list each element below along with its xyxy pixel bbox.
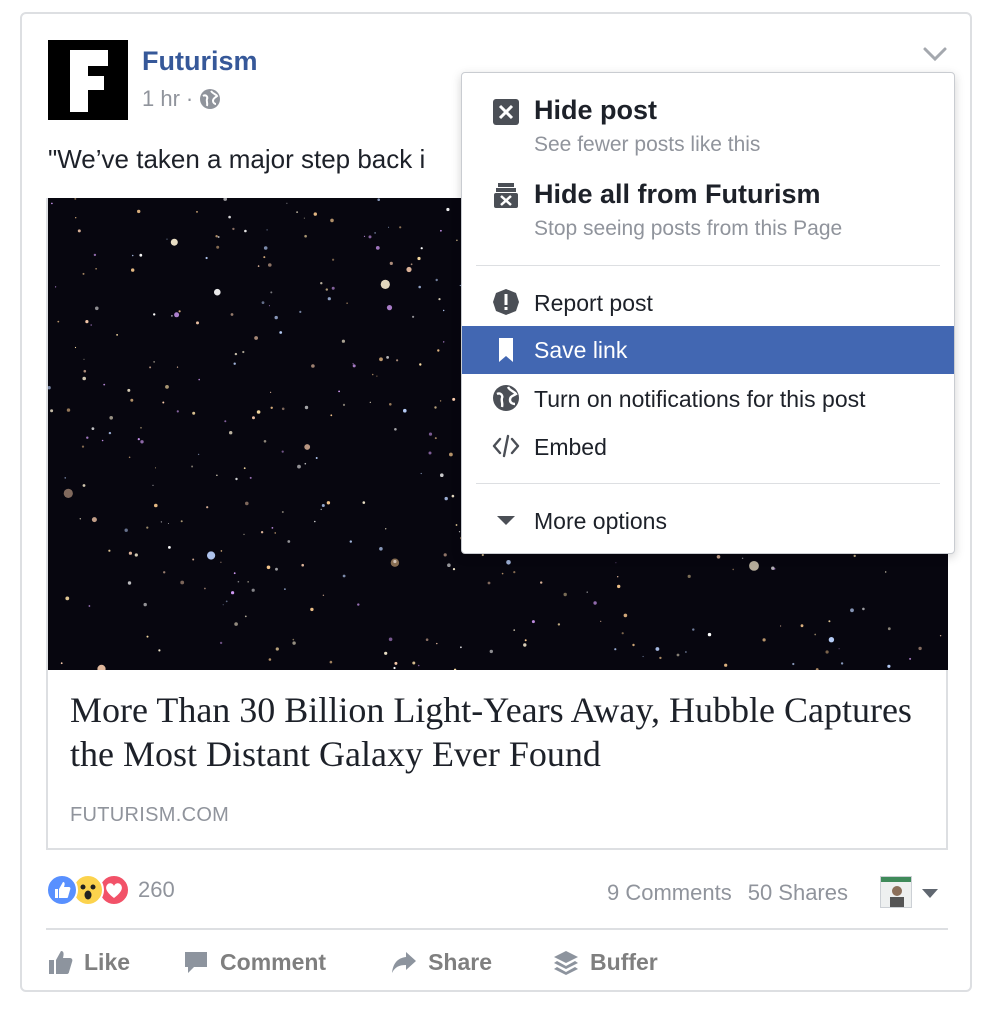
menu-item-save-link[interactable]: Save link: [462, 326, 954, 374]
caret-down-icon[interactable]: [920, 886, 940, 900]
report-post-label: Report post: [534, 290, 653, 316]
reactions-summary[interactable]: 260: [46, 874, 175, 906]
action-bar: Like Comment Share Buffer: [46, 944, 658, 980]
buffer-button[interactable]: Buffer: [552, 948, 658, 976]
like-reaction-icon: [46, 874, 78, 906]
bookmark-icon: [492, 336, 520, 364]
page-avatar[interactable]: [48, 40, 128, 120]
hide-all-icon: [492, 181, 520, 209]
comments-count-link[interactable]: 9 Comments: [607, 880, 732, 906]
actions-divider: [46, 928, 948, 930]
hide-all-title: Hide all from Futurism: [534, 179, 821, 209]
menu-item-more-options[interactable]: More options: [462, 497, 954, 543]
embed-label: Embed: [534, 434, 607, 460]
globe-icon[interactable]: [199, 88, 221, 110]
menu-item-notifications[interactable]: Turn on notifications for this post: [462, 375, 954, 421]
shares-count-link[interactable]: 50 Shares: [748, 880, 848, 906]
post-options-menu: Hide post See fewer posts like this Hide…: [461, 72, 955, 554]
more-options-label: More options: [534, 508, 667, 534]
notifications-label: Turn on notifications for this post: [534, 386, 866, 412]
reaction-count: 260: [138, 877, 175, 902]
page-name-link[interactable]: Futurism: [142, 46, 258, 77]
menu-item-hide-all[interactable]: Hide all from Futurism Stop seeing posts…: [462, 165, 954, 247]
futurism-logo-icon: [48, 40, 128, 120]
chevron-down-icon[interactable]: [922, 44, 948, 64]
engagement-stats: 9 Comments 50 Shares: [607, 880, 848, 906]
hide-post-title: Hide post: [534, 95, 658, 125]
alert-icon: [492, 288, 520, 316]
menu-separator: [476, 265, 940, 266]
share-arrow-icon: [392, 952, 417, 973]
meta-separator: ·: [185, 86, 194, 111]
preview-title[interactable]: More Than 30 Billion Light-Years Away, H…: [70, 688, 930, 776]
save-link-label: Save link: [534, 337, 628, 363]
code-icon: [492, 432, 520, 460]
thumbs-up-icon: [49, 951, 73, 974]
post-timestamp[interactable]: 1 hr: [142, 86, 180, 112]
menu-item-hide-post[interactable]: Hide post See fewer posts like this: [462, 73, 954, 156]
close-box-icon: [492, 98, 520, 126]
comment-icon: [185, 952, 208, 973]
triangle-down-icon: [492, 507, 520, 535]
post-meta: 1 hr ·: [142, 86, 221, 112]
buffer-layers-icon: [554, 951, 579, 975]
comment-label: Comment: [220, 948, 327, 975]
share-button[interactable]: Share: [390, 948, 492, 976]
menu-item-report-post[interactable]: Report post: [462, 279, 954, 325]
hide-post-subtitle: See fewer posts like this: [534, 133, 761, 156]
share-label: Share: [428, 948, 493, 975]
comment-button[interactable]: Comment: [182, 948, 326, 976]
preview-domain: FUTURISM.COM: [70, 804, 230, 826]
post-text: "We’ve taken a major step back i: [48, 144, 426, 174]
like-label: Like: [84, 948, 131, 975]
buffer-label: Buffer: [590, 948, 658, 975]
menu-separator: [476, 483, 940, 484]
viewer-avatar[interactable]: [880, 876, 912, 908]
hide-all-subtitle: Stop seeing posts from this Page: [534, 217, 843, 240]
globe-notification-icon: [492, 384, 520, 412]
like-button[interactable]: Like: [46, 948, 130, 976]
menu-item-embed[interactable]: Embed: [462, 423, 954, 469]
